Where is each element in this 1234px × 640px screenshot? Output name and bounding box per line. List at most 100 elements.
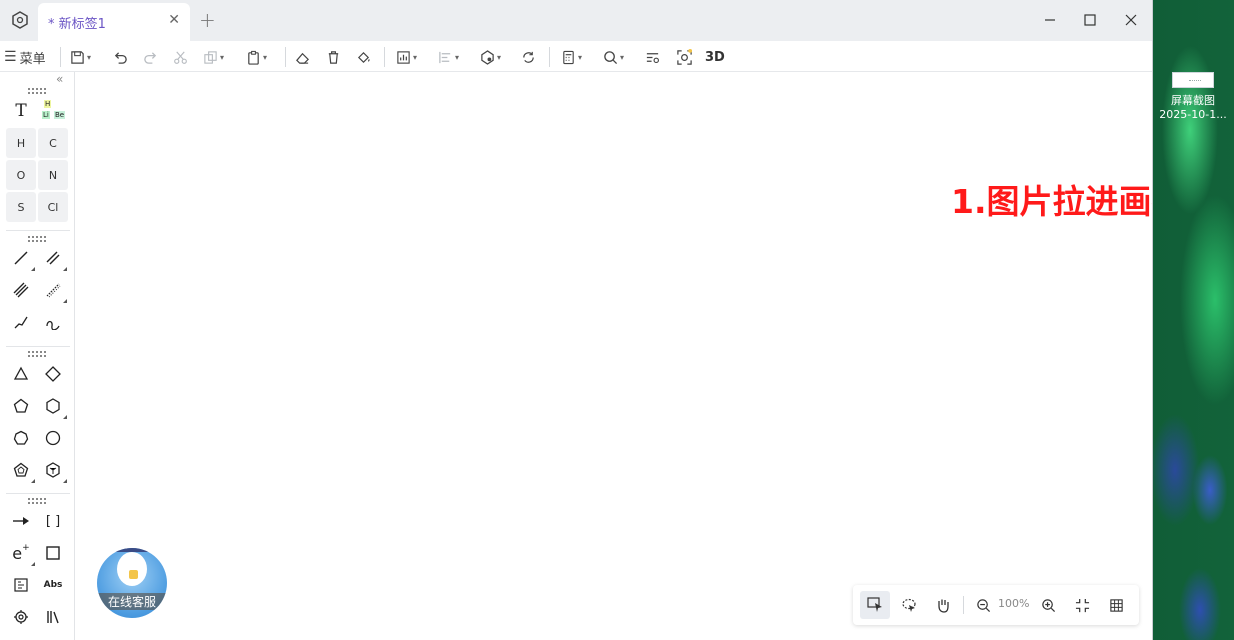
collapse-palette-icon[interactable]: « [56, 72, 63, 86]
lasso-tool-button[interactable] [894, 591, 924, 619]
electron-tool[interactable]: e + [6, 539, 36, 567]
mascot-eagle-icon [117, 552, 147, 586]
palette-grip[interactable] [28, 498, 46, 504]
menu-button[interactable]: ☰ 菜单 [4, 45, 46, 69]
benzene-icon [46, 462, 60, 478]
element-n-button[interactable]: N [38, 160, 68, 190]
desktop-file-icon[interactable]: 屏幕截图 2025-10-1... [1157, 70, 1229, 122]
palette-divider [6, 493, 70, 494]
close-tab-icon[interactable]: ✕ [168, 12, 180, 28]
add-tab-button[interactable]: + [199, 8, 216, 32]
menu-icon: ☰ [4, 49, 17, 65]
rotate-molecule-button[interactable] [521, 45, 536, 69]
desktop-icon-date: 2025-10-1... [1159, 108, 1227, 121]
select-cursor-icon [867, 597, 882, 612]
trash-icon [328, 50, 339, 64]
calculator-button[interactable]: ▾ [561, 45, 582, 69]
heptagon-icon [13, 430, 29, 445]
hand-icon [938, 599, 949, 613]
hashed-bond-icon [46, 283, 61, 298]
fit-to-screen-button[interactable] [1067, 591, 1097, 619]
abs-tool[interactable]: Abs [38, 571, 68, 599]
text-tool-glyph: T [15, 101, 27, 121]
text-tool[interactable]: T [6, 97, 36, 125]
chart-button[interactable]: ▾ [396, 45, 417, 69]
minimize-button[interactable] [1038, 8, 1062, 32]
style-button[interactable]: ▾ [480, 45, 501, 69]
find-text-button[interactable] [645, 45, 660, 69]
redo-icon [144, 51, 157, 64]
align-button[interactable]: ▾ [438, 45, 459, 69]
redo-button[interactable] [143, 45, 158, 69]
heptagon-ring-tool[interactable] [6, 424, 36, 452]
template-tool[interactable] [6, 571, 36, 599]
element-h-button[interactable]: H [6, 128, 36, 158]
pan-tool-button[interactable] [928, 591, 958, 619]
text-search-icon [646, 52, 659, 63]
element-cl-button[interactable]: Cl [38, 192, 68, 222]
fill-color-button[interactable] [356, 45, 371, 69]
benzene-tool[interactable] [38, 456, 68, 484]
element-s-button[interactable]: S [6, 192, 36, 222]
element-o-button[interactable]: O [6, 160, 36, 190]
triple-bond-tool[interactable] [6, 276, 36, 304]
single-bond-tool[interactable] [6, 244, 36, 272]
search-button[interactable]: ▾ [603, 45, 624, 69]
palette-grip[interactable] [28, 351, 46, 357]
paste-button[interactable]: ▾ [246, 45, 267, 69]
rectangle-tool[interactable] [38, 539, 68, 567]
cut-button[interactable] [173, 45, 188, 69]
pentagon-icon [13, 398, 29, 413]
mascot-beak [129, 570, 138, 579]
zoom-in-button[interactable] [1033, 591, 1063, 619]
zoom-out-button[interactable] [968, 591, 998, 619]
pentagon-ring-tool[interactable] [6, 392, 36, 420]
element-c-button[interactable]: C [38, 128, 68, 158]
customer-service-button[interactable]: 在线客服 [97, 548, 167, 618]
3d-view-button[interactable]: 3D [705, 45, 725, 69]
palette-divider [6, 346, 70, 347]
delete-button[interactable] [326, 45, 341, 69]
app-logo-icon[interactable] [8, 8, 32, 32]
palette-grip[interactable] [28, 88, 46, 94]
library-tool[interactable] [38, 603, 68, 631]
eraser-icon [296, 52, 309, 64]
zoom-out-icon [976, 598, 990, 612]
periodic-table-button[interactable]: H Li Be [42, 100, 66, 122]
copy-button[interactable]: ▾ [203, 45, 224, 69]
curve-tool[interactable] [38, 308, 68, 336]
left-tool-palette: « T H Li Be H C O N S Cl [] e + Abs [0, 72, 75, 640]
grid-toggle-button[interactable] [1101, 591, 1131, 619]
chart-icon [397, 50, 410, 64]
hexagon-ring-tool[interactable] [38, 392, 68, 420]
chain-tool[interactable] [6, 308, 36, 336]
square-ring-tool[interactable] [38, 360, 68, 388]
main-toolbar: ☰ 菜单 ▾ ▾ ▾ ▾ ▾ ▾ ▾ ▾ 3D [0, 41, 1152, 72]
eraser-button[interactable] [295, 45, 310, 69]
save-button[interactable]: ▾ [70, 45, 91, 69]
hashed-bond-tool[interactable] [38, 276, 68, 304]
image-recognition-button[interactable] [676, 45, 693, 69]
maximize-button[interactable] [1078, 8, 1102, 32]
title-bar: * 新标签1 ✕ + [0, 0, 1152, 41]
location-tool[interactable] [6, 603, 36, 631]
tab-document[interactable]: * 新标签1 ✕ [38, 3, 190, 41]
arrow-tool[interactable] [6, 507, 36, 535]
bracket-tool[interactable]: [ ] [38, 507, 68, 535]
octagon-ring-tool[interactable] [38, 424, 68, 452]
cyclopentane-tool[interactable] [6, 456, 36, 484]
desktop-icon-name: 屏幕截图 [1171, 94, 1215, 107]
zoom-in-icon [1041, 598, 1055, 612]
lasso-icon [902, 598, 916, 612]
save-icon [71, 50, 84, 64]
fit-screen-icon [1075, 598, 1089, 612]
undo-icon [114, 51, 127, 64]
close-window-button[interactable] [1119, 8, 1143, 32]
octagon-icon [45, 430, 61, 446]
palette-grip[interactable] [28, 236, 46, 242]
drawing-canvas[interactable]: 1.图片拉进画布 [76, 72, 1152, 640]
select-tool-button[interactable] [860, 591, 890, 619]
double-bond-tool[interactable] [38, 244, 68, 272]
undo-button[interactable] [113, 45, 128, 69]
triangle-ring-tool[interactable] [6, 360, 36, 388]
